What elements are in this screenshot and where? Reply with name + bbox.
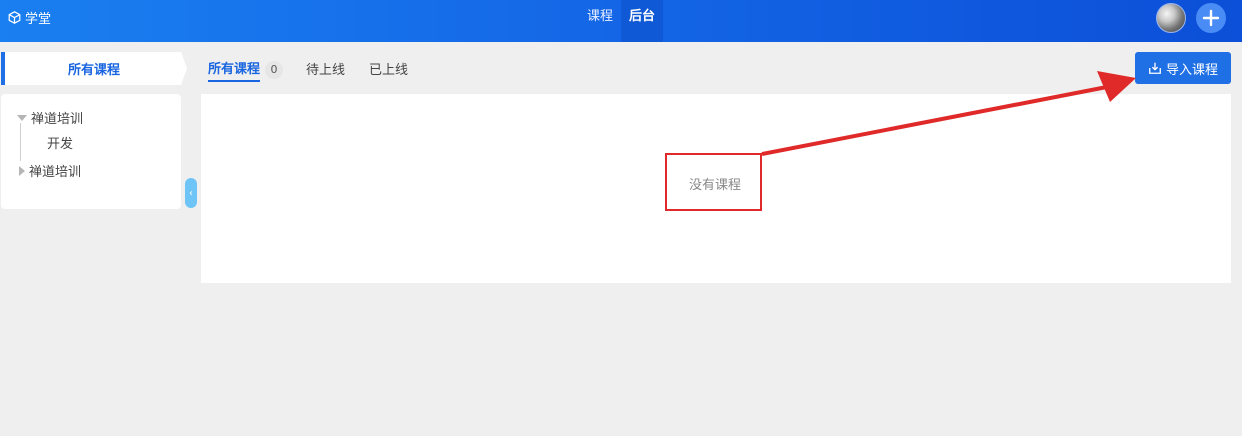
plus-icon [1202,9,1220,27]
sidebar-collapse-button[interactable]: ‹ [185,178,197,208]
expanded-caret-icon [17,114,27,121]
top-navbar: 学堂 课程 后台 [0,0,1242,42]
collapsed-caret-icon [19,165,25,176]
tree-node-label: 开发 [47,137,74,152]
cube-icon [8,10,21,24]
tree-node-dev[interactable]: 开发 [47,133,73,152]
tree-node-label: 禅道培训 [31,112,84,127]
tab-published[interactable]: 已上线 [369,59,408,78]
tab-label: 已上线 [369,63,409,78]
chevron-left-icon: ‹ [189,187,193,199]
count-badge: 0 [265,61,284,79]
import-course-button[interactable]: 导入课程 [1135,52,1231,84]
tree-node-training-1[interactable]: 禅道培训 [17,108,83,127]
tree-node-training-2[interactable]: 禅道培训 [19,161,81,180]
tab-label: 待上线 [306,63,346,78]
brand-logo[interactable]: 学堂 [8,0,51,34]
main-nav: 课程 后台 [579,0,664,42]
brand-name: 学堂 [25,11,52,27]
avatar[interactable] [1156,3,1186,33]
sidebar-all-courses[interactable]: 所有课程 [1,52,187,85]
nav-courses[interactable]: 课程 [579,0,621,42]
tab-label: 所有课程 [208,58,261,82]
sidebar-title: 所有课程 [67,63,120,78]
tree-guide-line [20,123,21,161]
tree-node-label: 禅道培训 [29,165,82,180]
import-label: 导入课程 [1165,62,1218,78]
nav-admin[interactable]: 后台 [621,0,664,42]
import-icon [1149,62,1161,74]
add-button[interactable] [1196,3,1226,33]
tab-pending[interactable]: 待上线 [306,59,345,78]
annotation-highlight-box [665,153,762,211]
tab-all-courses[interactable]: 所有课程 0 [208,58,284,82]
